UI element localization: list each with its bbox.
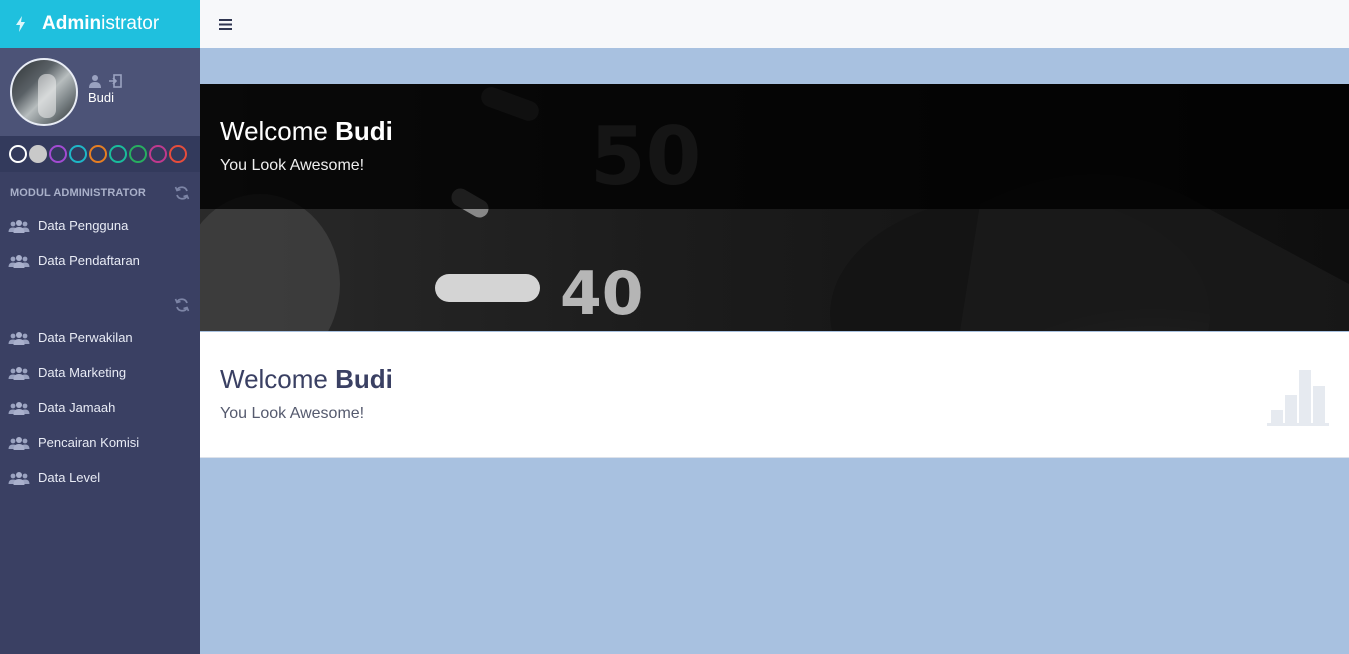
- users-icon: [8, 471, 30, 485]
- users-icon: [8, 254, 30, 268]
- menu-group-2: Data Perwakilan Data Marketing Data Jama…: [0, 320, 200, 495]
- theme-swatch[interactable]: [29, 145, 47, 163]
- sidebar-item-data-level[interactable]: Data Level: [0, 460, 200, 495]
- refresh-icon[interactable]: [174, 297, 190, 313]
- sidebar-item-data-marketing[interactable]: Data Marketing: [0, 355, 200, 390]
- hero-subtitle: You Look Awesome!: [220, 157, 365, 174]
- card-title: Welcome Budi: [220, 364, 393, 394]
- refresh-icon[interactable]: [174, 185, 190, 201]
- users-icon: [8, 331, 30, 345]
- brand[interactable]: Administrator: [0, 0, 200, 48]
- theme-swatch[interactable]: [69, 145, 87, 163]
- theme-swatches: [0, 136, 200, 172]
- users-icon: [8, 219, 30, 233]
- section-header-2: [0, 290, 200, 320]
- users-icon: [8, 366, 30, 380]
- theme-swatch[interactable]: [129, 145, 147, 163]
- theme-swatch[interactable]: [109, 145, 127, 163]
- welcome-hero: 50 40 Welcome Budi You Look Awesome!: [200, 84, 1349, 331]
- theme-swatch[interactable]: [169, 145, 187, 163]
- menu-group-1: Data Pengguna Data Pendaftaran: [0, 208, 200, 278]
- menu-toggle-icon[interactable]: [219, 18, 232, 30]
- topbar: [200, 0, 1349, 48]
- sidebar-item-data-pengguna[interactable]: Data Pengguna: [0, 208, 200, 243]
- hero-title: Welcome Budi: [220, 116, 393, 146]
- card-text: Welcome Budi You Look Awesome!: [220, 364, 393, 423]
- sidebar-item-data-jamaah[interactable]: Data Jamaah: [0, 390, 200, 425]
- users-icon: [8, 401, 30, 415]
- user-icon[interactable]: [88, 74, 102, 88]
- section-title: MODUL ADMINISTRATOR: [10, 187, 146, 199]
- theme-swatch[interactable]: [49, 145, 67, 163]
- sidebar-item-pencairan-komisi[interactable]: Pencairan Komisi: [0, 425, 200, 460]
- sidebar-item-data-perwakilan[interactable]: Data Perwakilan: [0, 320, 200, 355]
- user-profile: Budi: [0, 48, 200, 136]
- logout-icon[interactable]: [108, 73, 122, 88]
- hero-text: Welcome Budi You Look Awesome!: [220, 116, 393, 175]
- avatar[interactable]: [10, 58, 78, 126]
- profile-name: Budi: [88, 89, 115, 105]
- theme-swatch[interactable]: [9, 145, 27, 163]
- sidebar-item-data-pendaftaran[interactable]: Data Pendaftaran: [0, 243, 200, 278]
- bolt-icon: [16, 16, 25, 32]
- welcome-card: Welcome Budi You Look Awesome!: [200, 332, 1349, 458]
- svg-text:40: 40: [560, 259, 644, 329]
- theme-swatch[interactable]: [149, 145, 167, 163]
- brand-title: Administrator: [42, 13, 160, 34]
- theme-swatch[interactable]: [89, 145, 107, 163]
- card-subtitle: You Look Awesome!: [220, 405, 365, 422]
- section-header: MODUL ADMINISTRATOR: [0, 178, 200, 208]
- sidebar: Administrator Budi MODUL ADMINISTRATOR D…: [0, 0, 200, 654]
- users-icon: [8, 436, 30, 450]
- bar-chart-icon: [1267, 370, 1329, 426]
